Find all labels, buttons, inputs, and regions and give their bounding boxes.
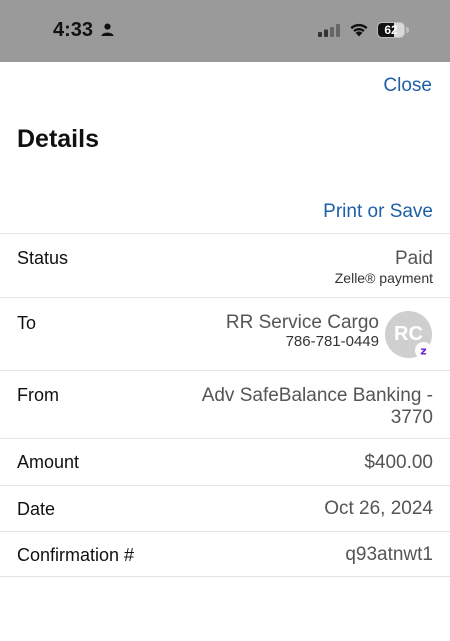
detail-row-date: Date Oct 26, 2024 — [0, 485, 450, 531]
signal-icon — [318, 24, 340, 42]
avatar-initials: RC — [394, 323, 423, 345]
battery-level: 62 — [384, 23, 398, 37]
status-value: Paid — [394, 248, 433, 269]
wifi-icon — [349, 21, 369, 42]
details-list: Status Paid Zelle® payment To RR Service… — [0, 233, 450, 577]
detail-row-confirmation: Confirmation # q93atnwt1 — [0, 531, 450, 577]
person-icon — [101, 23, 114, 41]
status-time: 4:33 — [53, 19, 94, 41]
status-label: Status — [17, 248, 69, 268]
detail-row-status: Status Paid Zelle® payment — [0, 233, 450, 297]
amount-label: Amount — [17, 452, 80, 472]
date-label: Date — [17, 499, 56, 519]
recipient-phone: 786-781-0449 — [285, 333, 379, 350]
confirmation-value: q93atnwt1 — [345, 544, 433, 565]
close-button[interactable]: Close — [383, 75, 432, 97]
detail-row-amount: Amount $400.00 — [0, 438, 450, 485]
battery-icon: 62 — [377, 22, 405, 38]
amount-value: $400.00 — [364, 452, 433, 473]
detail-row-from: From Adv SafeBalance Banking - 3770 — [0, 370, 450, 438]
payment-method: Zelle® payment — [334, 270, 433, 286]
from-label: From — [17, 385, 59, 405]
date-value: Oct 26, 2024 — [324, 498, 433, 519]
zelle-icon: z — [415, 342, 432, 359]
print-or-save-button[interactable]: Print or Save — [323, 201, 433, 223]
status-bar: 4:33 62 — [0, 0, 450, 62]
to-label: To — [17, 313, 37, 333]
svg-text:z: z — [420, 345, 426, 358]
from-account-line1: Adv SafeBalance Banking - — [201, 385, 433, 406]
from-account-line2: 3770 — [390, 407, 433, 428]
page-title: Details — [17, 125, 99, 153]
detail-row-to: To RR Service Cargo 786-781-0449 RC z — [0, 297, 450, 370]
confirmation-label: Confirmation # — [17, 545, 135, 565]
battery-nub — [406, 27, 409, 33]
recipient-name: RR Service Cargo — [225, 312, 379, 333]
